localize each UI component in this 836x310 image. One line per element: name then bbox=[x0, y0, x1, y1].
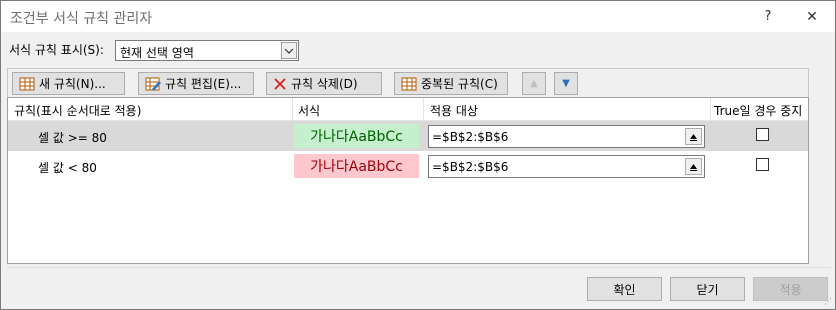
footer-divider bbox=[7, 267, 831, 268]
arrow-up-icon: ▲ bbox=[530, 78, 538, 89]
close-label: 닫기 bbox=[696, 282, 719, 297]
applies-to-value: =$B$2:$B$6 bbox=[432, 160, 509, 174]
duplicate-rule-button[interactable]: 중복된 규칙(C) bbox=[394, 72, 508, 95]
header-divider bbox=[292, 98, 293, 120]
delete-rule-label: 규칙 삭제(D) bbox=[291, 77, 358, 91]
format-preview: 가나다AaBbCc bbox=[294, 154, 419, 178]
stop-if-true-checkbox[interactable] bbox=[756, 128, 769, 141]
apply-label: 적용 bbox=[779, 282, 802, 297]
close-icon[interactable]: ✕ bbox=[797, 6, 827, 28]
rule-description: 셀 값 >= 80 bbox=[38, 131, 107, 145]
show-rules-select[interactable]: 현재 선택 영역 bbox=[115, 40, 299, 61]
show-rules-label: 서식 규칙 표시(S): bbox=[9, 43, 104, 57]
conditional-formatting-dialog: 조건부 서식 규칙 관리자 ? ✕ 서식 규칙 표시(S): 현재 선택 영역 … bbox=[0, 0, 836, 310]
ok-button[interactable]: 확인 bbox=[587, 277, 662, 301]
grid-icon bbox=[19, 77, 35, 91]
applies-to-value: =$B$2:$B$6 bbox=[432, 130, 509, 144]
rules-toolbar: 새 규칙(N)... 규칙 편집(E)... 규칙 삭제(D) 중복된 규칙(C… bbox=[7, 68, 809, 97]
rule-description: 셀 값 < 80 bbox=[38, 161, 97, 175]
duplicate-rule-label: 중복된 규칙(C) bbox=[421, 77, 498, 91]
rules-grid: 규칙(표시 순서대로 적용) 서식 적용 대상 True일 경우 중지 셀 값 … bbox=[7, 97, 809, 264]
delete-rule-button[interactable]: 규칙 삭제(D) bbox=[266, 72, 382, 95]
applies-to-field[interactable]: =$B$2:$B$6 bbox=[428, 155, 705, 178]
rule-row[interactable]: 셀 값 < 80 가나다AaBbCc =$B$2:$B$6 bbox=[8, 151, 808, 181]
show-rules-value: 현재 선택 영역 bbox=[120, 46, 194, 60]
dialog-title: 조건부 서식 규칙 관리자 bbox=[10, 11, 153, 27]
col-format-header: 서식 bbox=[298, 104, 321, 118]
col-stop-header: True일 경우 중지 bbox=[714, 104, 803, 118]
edit-rule-button[interactable]: 규칙 편집(E)... bbox=[138, 72, 254, 95]
grid-header: 규칙(표시 순서대로 적용) 서식 적용 대상 True일 경우 중지 bbox=[8, 98, 808, 121]
move-down-button[interactable]: ▼ bbox=[554, 72, 578, 95]
new-rule-label: 새 규칙(N)... bbox=[39, 77, 106, 91]
close-button[interactable]: 닫기 bbox=[670, 277, 745, 301]
applies-to-field[interactable]: =$B$2:$B$6 bbox=[428, 125, 705, 148]
edit-grid-icon bbox=[145, 77, 161, 91]
chevron-down-icon[interactable] bbox=[281, 42, 297, 59]
arrow-down-icon: ▼ bbox=[562, 78, 570, 89]
help-button[interactable]: ? bbox=[753, 6, 783, 28]
header-divider bbox=[423, 98, 424, 120]
col-rule-header: 규칙(표시 순서대로 적용) bbox=[14, 104, 142, 118]
stop-if-true-checkbox[interactable] bbox=[756, 158, 769, 171]
collapse-range-icon[interactable] bbox=[685, 128, 702, 145]
header-divider bbox=[710, 98, 711, 120]
title-bar: 조건부 서식 규칙 관리자 ? ✕ bbox=[1, 1, 835, 32]
apply-button[interactable]: 적용 bbox=[753, 277, 828, 301]
delete-x-icon bbox=[273, 77, 287, 91]
col-applies-header: 적용 대상 bbox=[430, 104, 478, 118]
move-up-button[interactable]: ▲ bbox=[522, 72, 546, 95]
format-preview: 가나다AaBbCc bbox=[294, 124, 419, 148]
resize-grip-icon[interactable]: ⋰ bbox=[824, 297, 832, 306]
edit-rule-label: 규칙 편집(E)... bbox=[165, 77, 242, 91]
ok-label: 확인 bbox=[613, 282, 636, 297]
collapse-range-icon[interactable] bbox=[685, 158, 702, 175]
rule-row[interactable]: 셀 값 >= 80 가나다AaBbCc =$B$2:$B$6 bbox=[8, 121, 808, 151]
duplicate-grid-icon bbox=[401, 77, 417, 91]
new-rule-button[interactable]: 새 규칙(N)... bbox=[12, 72, 125, 95]
